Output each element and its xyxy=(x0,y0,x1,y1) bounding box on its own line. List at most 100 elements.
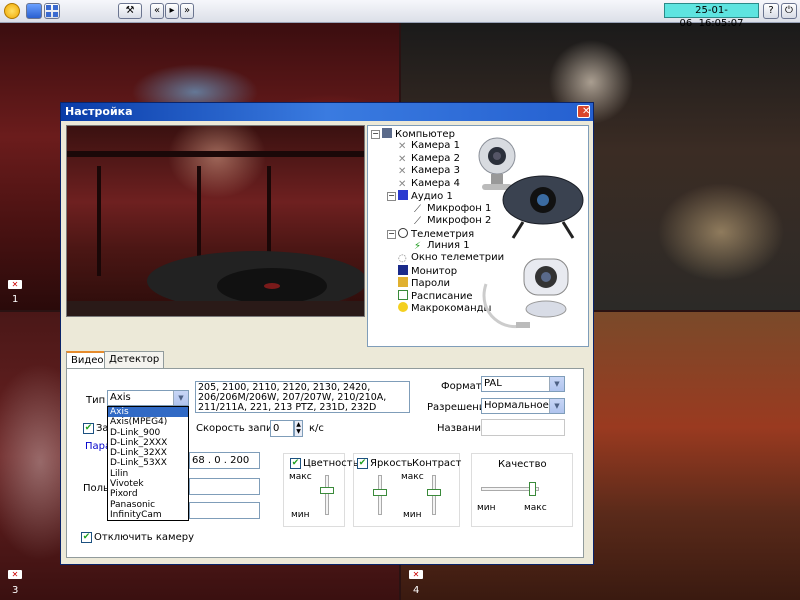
type-option[interactable]: Lilin xyxy=(108,469,188,479)
name-field[interactable] xyxy=(481,419,565,436)
supported-models-list: 205, 2100, 2110, 2120, 2130, 2420, 206/2… xyxy=(195,381,410,413)
slider-thumb[interactable] xyxy=(427,489,441,496)
microphone-icon: ⟋ xyxy=(414,216,421,227)
webcam-image xyxy=(502,175,584,239)
tools-icon: ⚒ xyxy=(125,5,135,16)
close-button[interactable]: ✕ xyxy=(577,105,590,118)
slider-thumb[interactable] xyxy=(320,487,334,494)
top-toolbar: ⚒ « ▸ » 25-01-06 16:05:07 ? ⏻ xyxy=(0,0,800,29)
clock-time: 16:05:07 xyxy=(698,18,744,29)
color-slider[interactable] xyxy=(314,475,340,515)
camera-status-icon: ✕ xyxy=(8,280,22,289)
tree-item-camera-2[interactable]: ✕ Камера 2 xyxy=(398,153,460,165)
help-button[interactable]: ? xyxy=(763,3,779,19)
camera-number: 3 xyxy=(12,585,19,596)
type-option[interactable]: D-Link_53XX xyxy=(108,458,188,468)
window-title: Настройка xyxy=(65,105,133,118)
tree-item-passwords[interactable]: Пароли xyxy=(398,277,450,290)
record-checkbox[interactable]: ✔ xyxy=(83,423,94,434)
ip-address-field[interactable]: 68 . 0 . 200 xyxy=(189,452,260,469)
camera-off-icon: ✕ xyxy=(398,154,407,165)
grid-icon xyxy=(46,5,58,17)
slider-thumb[interactable] xyxy=(529,482,536,496)
quality-max-label: макс xyxy=(524,503,547,513)
contrast-slider[interactable] xyxy=(421,475,447,515)
settings-window: Настройка ✕ − Компьютер ✕ Камера 1 ✕ Камер… xyxy=(60,102,594,565)
type-option[interactable]: Pixord xyxy=(108,489,188,499)
key-icon xyxy=(398,277,408,287)
record-speed-field[interactable]: 0 xyxy=(270,420,294,437)
camera-off-icon: ✕ xyxy=(398,166,407,177)
record-speed-unit: к/с xyxy=(309,423,324,434)
quality-slider[interactable] xyxy=(481,481,539,497)
close-icon: ✕ xyxy=(582,106,591,117)
preview-scene xyxy=(67,151,367,316)
settings-button[interactable]: ⚒ xyxy=(118,3,142,19)
chevron-down-icon: ▼ xyxy=(549,399,564,413)
record-speed-stepper[interactable]: ▲ ▼ xyxy=(294,420,303,437)
tree-expander[interactable]: − xyxy=(371,130,380,139)
color-label: Цветность xyxy=(303,458,359,469)
type-option[interactable]: InfinityCam xyxy=(108,510,188,520)
play-button[interactable]: ▸ xyxy=(165,3,179,19)
color-min-label: мин xyxy=(291,510,310,520)
tree-expander[interactable]: − xyxy=(387,230,396,239)
tree-item-camera-4[interactable]: ✕ Камера 4 xyxy=(398,178,460,190)
resolution-select[interactable]: Нормальное ▼ xyxy=(481,398,565,414)
tree-item-microphone-1[interactable]: ⟋ Микрофон 1 xyxy=(414,203,491,215)
user-label: Поль xyxy=(83,483,109,494)
device-tree[interactable]: − Компьютер ✕ Камера 1 ✕ Камера 2 ✕ Камера … xyxy=(367,125,589,347)
type-option[interactable]: D-Link_32XX xyxy=(108,448,188,458)
type-option[interactable]: Axis xyxy=(108,407,188,418)
single-view-button[interactable] xyxy=(26,3,42,19)
tree-item-camera-1[interactable]: ✕ Камера 1 xyxy=(398,140,460,152)
schedule-icon xyxy=(398,290,408,300)
color-checkbox[interactable]: ✔ xyxy=(290,458,301,469)
contrast-label: Контраст xyxy=(412,458,462,469)
forward-button[interactable]: » xyxy=(180,3,194,19)
type-select[interactable]: Axis ▼ xyxy=(107,390,189,406)
disable-camera-label: Отключить камеру xyxy=(94,532,194,543)
tree-expander[interactable]: − xyxy=(387,192,396,201)
type-option[interactable]: Axis(MPEG4) xyxy=(108,417,188,427)
monitor-icon xyxy=(398,265,408,275)
webcam-image xyxy=(482,258,569,329)
quality-label: Качество xyxy=(498,459,547,470)
chevron-down-icon: ▼ xyxy=(173,391,188,405)
window-titlebar[interactable]: Настройка ✕ xyxy=(61,103,593,121)
power-icon: ⏻ xyxy=(785,5,793,16)
exit-button[interactable]: ⏻ xyxy=(781,3,797,19)
grid-view-button[interactable] xyxy=(44,3,60,19)
brightness-slider[interactable] xyxy=(367,475,393,515)
format-select[interactable]: PAL ▼ xyxy=(481,376,565,392)
type-dropdown-list[interactable]: Axis Axis(MPEG4) D-Link_900 D-Link_2XXX D-Li… xyxy=(107,406,189,521)
type-option[interactable]: Panasonic xyxy=(108,500,188,510)
user-field[interactable] xyxy=(189,478,260,495)
sun-logo-icon[interactable] xyxy=(4,3,20,19)
window-icon: ◌ xyxy=(398,253,407,264)
tree-item-microphone-2[interactable]: ⟋ Микрофон 2 xyxy=(414,215,491,227)
color-max-label: макс xyxy=(289,472,312,482)
slider-thumb[interactable] xyxy=(373,489,387,496)
brightness-checkbox[interactable]: ✔ xyxy=(357,458,368,469)
camera-off-icon: ✕ xyxy=(398,179,407,190)
tree-item-line-1[interactable]: ⚡ Линия 1 xyxy=(414,240,470,252)
computer-icon xyxy=(382,128,392,138)
disable-camera-checkbox[interactable]: ✔ xyxy=(81,532,92,543)
tree-item-camera-3[interactable]: ✕ Камера 3 xyxy=(398,165,460,177)
type-option[interactable]: Vivotek xyxy=(108,479,188,489)
rewind-button[interactable]: « xyxy=(150,3,164,19)
tab-video[interactable]: Видео xyxy=(66,351,109,369)
camera-preview xyxy=(66,125,367,317)
quality-min-label: мин xyxy=(477,503,496,513)
type-label: Тип xyxy=(86,395,106,406)
forward-icon: » xyxy=(183,5,191,16)
name-label: Название xyxy=(437,423,488,434)
tree-item-audio-1[interactable]: Аудио 1 xyxy=(398,190,453,203)
clock-display: 25-01-06 16:05:07 xyxy=(664,3,759,29)
format-label: Формат xyxy=(441,381,482,392)
type-option[interactable]: D-Link_900 xyxy=(108,428,188,438)
type-option[interactable]: D-Link_2XXX xyxy=(108,438,188,448)
tab-detector[interactable]: Детектор xyxy=(104,351,165,368)
password-field[interactable] xyxy=(189,502,260,519)
